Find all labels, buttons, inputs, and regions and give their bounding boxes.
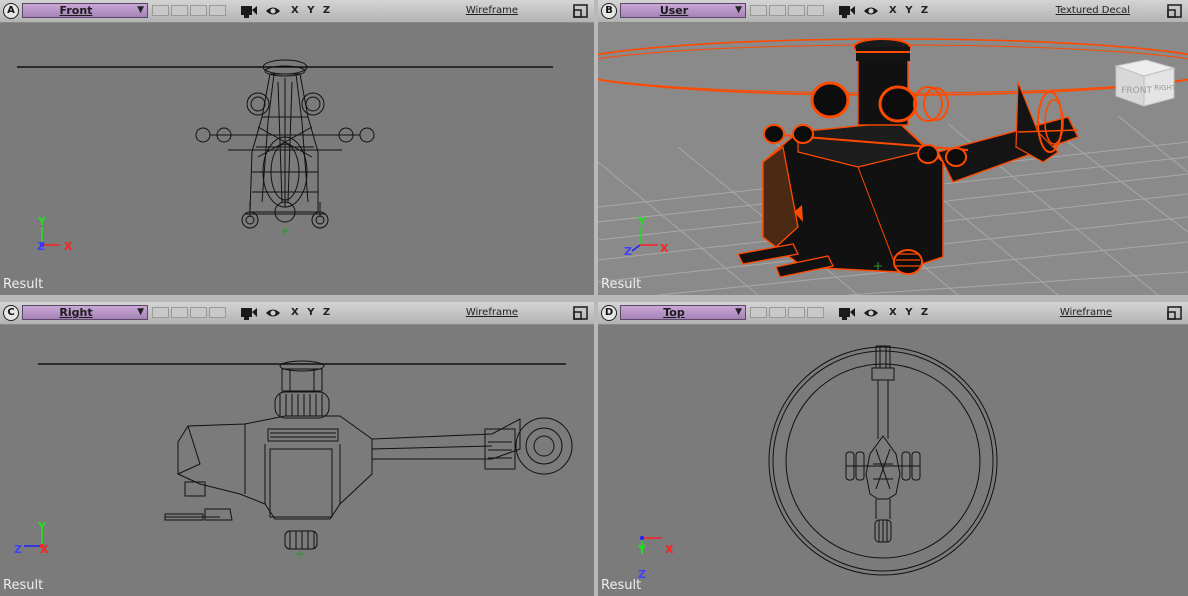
viewport-right[interactable]: C Right ▼ X Y Z Wireframe Y X Z Result (0, 302, 594, 596)
view-slot-button[interactable] (750, 5, 767, 16)
perspective-shaded-scene[interactable] (598, 22, 1188, 295)
view-name-label: Top (663, 306, 685, 319)
side-wireframe-scene[interactable] (0, 324, 594, 596)
viewport-header: B User ▼ X Y Z Textured Decal (598, 0, 1188, 23)
viewport-letter-badge[interactable]: A (3, 3, 19, 19)
view-slot-button[interactable] (769, 5, 786, 16)
view-slot-buttons (152, 307, 228, 320)
view-slot-button[interactable] (750, 307, 767, 318)
viewport-header: D Top ▼ X Y Z Wireframe (598, 302, 1188, 325)
chevron-down-icon: ▼ (137, 307, 144, 317)
view-slot-button[interactable] (190, 5, 207, 16)
axis-label-x: X (660, 242, 669, 255)
maximize-viewport-icon[interactable] (573, 306, 588, 320)
axis-constraint-buttons[interactable]: X Y Z (889, 5, 929, 16)
camera-icon[interactable] (838, 4, 856, 18)
view-slot-button[interactable] (788, 5, 805, 16)
view-slot-buttons (152, 5, 228, 18)
camera-icon[interactable] (240, 4, 258, 18)
view-name-dropdown[interactable]: Top ▼ (620, 305, 746, 320)
view-slot-button[interactable] (807, 307, 824, 318)
maximize-viewport-icon[interactable] (573, 4, 588, 18)
axis-label-z: Z (624, 245, 632, 258)
axis-label-x: X (64, 240, 73, 253)
axis-label-y: Y (38, 520, 46, 533)
result-label: Result (3, 578, 44, 593)
view-slot-button[interactable] (171, 307, 188, 318)
viewport-letter-badge[interactable]: C (3, 305, 19, 321)
viewcube-icon[interactable] (1110, 48, 1178, 108)
viewport-user[interactable]: B User ▼ X Y Z Textured Decal FRONT RIGH… (598, 0, 1188, 295)
view-slot-button[interactable] (209, 5, 226, 16)
front-wireframe-scene[interactable] (0, 22, 594, 295)
view-slot-button[interactable] (171, 5, 188, 16)
axis-constraint-buttons[interactable]: X Y Z (291, 5, 331, 16)
view-slot-button[interactable] (152, 307, 169, 318)
view-slot-button[interactable] (788, 307, 805, 318)
axis-constraint-buttons[interactable]: X Y Z (291, 307, 331, 318)
axis-label-y: Y (638, 215, 646, 228)
viewport-letter-badge[interactable]: B (601, 3, 617, 19)
viewport-header: C Right ▼ X Y Z Wireframe (0, 302, 594, 325)
chevron-down-icon: ▼ (137, 5, 144, 15)
view-name-label: User (659, 4, 689, 17)
result-label: Result (601, 578, 642, 593)
eye-icon[interactable] (265, 4, 281, 18)
view-slot-button[interactable] (190, 307, 207, 318)
axis-label-x: X (40, 543, 49, 556)
result-label: Result (3, 277, 44, 292)
view-slot-button[interactable] (807, 5, 824, 16)
maximize-viewport-icon[interactable] (1167, 4, 1182, 18)
render-mode-menu[interactable]: Wireframe (466, 5, 518, 16)
axis-label-x: X (665, 543, 674, 556)
view-name-label: Front (59, 4, 93, 17)
axis-label-z: Z (14, 543, 22, 556)
axis-label-z: Z (37, 240, 45, 253)
render-mode-menu[interactable]: Wireframe (466, 307, 518, 318)
viewcube-front-label: FRONT (1121, 86, 1152, 96)
result-label: Result (601, 277, 642, 292)
view-slot-button[interactable] (769, 307, 786, 318)
viewport-top[interactable]: D Top ▼ X Y Z Wireframe Y X Z Result (598, 302, 1188, 596)
viewport-front[interactable]: A Front ▼ X Y Z Wireframe Y X Z Result (0, 0, 594, 295)
axis-label-y: Y (638, 543, 646, 556)
viewport-header: A Front ▼ X Y Z Wireframe (0, 0, 594, 23)
view-name-dropdown[interactable]: Front ▼ (22, 3, 148, 18)
axis-constraint-buttons[interactable]: X Y Z (889, 307, 929, 318)
maximize-viewport-icon[interactable] (1167, 306, 1182, 320)
eye-icon[interactable] (863, 306, 879, 320)
view-slot-buttons (750, 5, 826, 18)
chevron-down-icon: ▼ (735, 5, 742, 15)
view-slot-buttons (750, 307, 826, 320)
view-name-label: Right (59, 306, 93, 319)
eye-icon[interactable] (863, 4, 879, 18)
view-slot-button[interactable] (209, 307, 226, 318)
top-wireframe-scene[interactable] (598, 324, 1188, 596)
camera-icon[interactable] (240, 306, 258, 320)
eye-icon[interactable] (265, 306, 281, 320)
view-name-dropdown[interactable]: Right ▼ (22, 305, 148, 320)
render-mode-menu[interactable]: Textured Decal (1056, 5, 1130, 16)
chevron-down-icon: ▼ (735, 307, 742, 317)
view-slot-button[interactable] (152, 5, 169, 16)
view-name-dropdown[interactable]: User ▼ (620, 3, 746, 18)
axis-label-y: Y (38, 215, 46, 228)
viewport-letter-badge[interactable]: D (601, 305, 617, 321)
viewcube-right-label: RIGHT (1154, 84, 1176, 92)
camera-icon[interactable] (838, 306, 856, 320)
render-mode-menu[interactable]: Wireframe (1060, 307, 1112, 318)
axis-tripod-icon (631, 227, 658, 252)
